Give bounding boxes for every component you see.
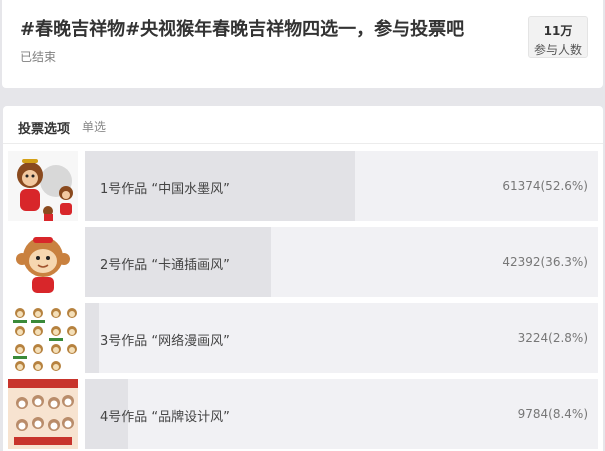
option-1-label: 1号作品 “中国水墨风”: [100, 182, 230, 197]
vote-option-2[interactable]: 2号作品 “卡通插画风” 42392(36.3%): [8, 227, 598, 297]
options-type: 单选: [82, 120, 107, 134]
option-3-progress: 3号作品 “网络漫画风” 3224(2.8%): [85, 303, 598, 373]
option-3-count: 3224(2.8%): [517, 331, 588, 345]
participants-badge: 11万 参与人数: [528, 16, 588, 58]
vote-option-1[interactable]: 1号作品 “中国水墨风” 61374(52.6%): [8, 151, 598, 221]
vote-options-card: 投票选项 单选 1号作品 “中国水墨风” 61374(52.6%) 2号作品 “…: [3, 106, 603, 451]
vote-title: #春晚吉祥物#央视猴年春晚吉祥物四选一，参与投票吧: [20, 19, 465, 40]
option-2-progress: 2号作品 “卡通插画风” 42392(36.3%): [85, 227, 598, 297]
option-1-count: 61374(52.6%): [502, 179, 588, 193]
vote-status: 已结束: [20, 50, 57, 64]
option-4-progress: 4号作品 “品牌设计风” 9784(8.4%): [85, 379, 598, 449]
ink-wash-monkey-icon: [8, 151, 78, 221]
brand-monkey-poster-icon: [8, 379, 78, 449]
vote-option-4[interactable]: 4号作品 “品牌设计风” 9784(8.4%): [8, 379, 598, 449]
options-header: 投票选项 单选: [3, 106, 603, 144]
options-title: 投票选项: [18, 122, 71, 137]
option-3-label: 3号作品 “网络漫画风”: [100, 334, 230, 349]
option-1-progress: 1号作品 “中国水墨风” 61374(52.6%): [85, 151, 598, 221]
participants-count: 11万: [543, 24, 573, 38]
option-2-label: 2号作品 “卡通插画风”: [100, 258, 230, 273]
vote-header-card: #春晚吉祥物#央视猴年春晚吉祥物四选一，参与投票吧 已结束 11万 参与人数: [2, 0, 603, 88]
option-2-count: 42392(36.3%): [502, 255, 588, 269]
cartoon-monkey-icon: [8, 227, 78, 297]
vote-option-3[interactable]: 3号作品 “网络漫画风” 3224(2.8%): [8, 303, 598, 373]
participants-label: 参与人数: [533, 43, 582, 57]
option-3-progress-fill: [85, 303, 100, 373]
comic-monkey-sprites-icon: [8, 303, 78, 373]
option-4-count: 9784(8.4%): [517, 407, 588, 421]
option-4-label: 4号作品 “品牌设计风”: [100, 410, 230, 425]
